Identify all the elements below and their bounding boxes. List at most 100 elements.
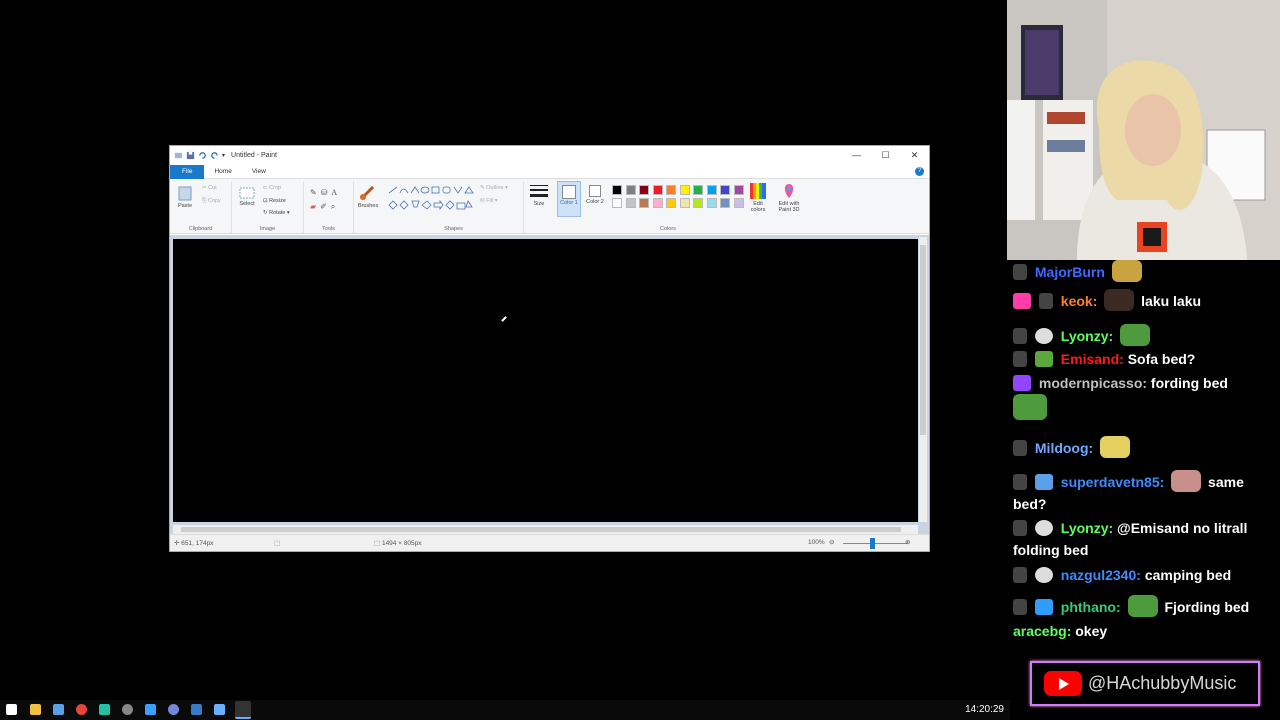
color-swatch[interactable]	[625, 185, 636, 195]
resize-label: Resize	[269, 198, 286, 204]
rotate-button[interactable]: ↻ Rotate ▾	[263, 210, 290, 216]
app-icon[interactable]	[53, 704, 64, 715]
horizontal-scroll-thumb[interactable]	[181, 527, 901, 532]
color-picker-icon[interactable]: ✐	[320, 202, 327, 212]
chat-username[interactable]: keok:	[1061, 293, 1098, 309]
app-icon[interactable]	[122, 704, 133, 715]
chat-username[interactable]: phthano:	[1061, 599, 1121, 615]
chat-username[interactable]: nazgul2340:	[1061, 567, 1141, 583]
rainbow-icon	[750, 183, 766, 199]
help-icon[interactable]: ?	[915, 167, 924, 176]
select-button[interactable]: Select	[236, 187, 258, 207]
color-swatch[interactable]	[652, 198, 663, 208]
color1-swatch	[562, 185, 576, 199]
chat-text: fording bed	[1150, 375, 1228, 391]
cursor-position: ✛ 651, 174px	[174, 540, 214, 547]
color1-button[interactable]: Color 1	[557, 181, 581, 217]
chat-username[interactable]: superdavetn85:	[1061, 474, 1164, 490]
text-icon[interactable]: A	[331, 188, 337, 197]
chat-username[interactable]: Lyonzy:	[1061, 328, 1113, 344]
tab-file[interactable]: File	[170, 164, 205, 179]
zoom-in-icon[interactable]: ⊕	[905, 538, 910, 546]
vertical-scroll-thumb[interactable]	[920, 245, 926, 435]
color-swatch[interactable]	[733, 198, 744, 208]
taskbar: 14:20:29	[0, 700, 1010, 720]
color-swatch[interactable]	[652, 185, 663, 195]
color-swatch[interactable]	[706, 185, 717, 195]
zoom-out-icon[interactable]: ⊖	[829, 538, 834, 546]
image-label: Image	[259, 226, 276, 232]
color-swatch[interactable]	[693, 198, 703, 208]
magnifier-icon[interactable]: ⌕	[331, 202, 335, 212]
color1-label: Color 1	[560, 200, 578, 206]
pencil-icon[interactable]: ✎	[310, 188, 317, 197]
chrome-icon[interactable]	[76, 704, 87, 715]
zoom-slider[interactable]	[843, 543, 907, 544]
cut-button[interactable]: ✂ Cut	[202, 185, 217, 191]
save-icon[interactable]	[186, 151, 195, 160]
quick-access-toolbar: ▾	[174, 151, 225, 160]
paste-button[interactable]: Paste	[176, 185, 194, 209]
vertical-scrollbar[interactable]	[919, 237, 927, 522]
app-icon[interactable]	[99, 704, 110, 715]
color-swatch[interactable]	[639, 185, 649, 195]
redo-icon[interactable]	[210, 151, 219, 160]
size-button[interactable]: Size	[527, 183, 551, 207]
app-icon[interactable]	[214, 704, 225, 715]
color-swatch[interactable]	[720, 198, 730, 208]
chat-message: aracebg: okey	[1013, 620, 1276, 642]
chat-username[interactable]: Emisand:	[1061, 351, 1124, 367]
fill-button[interactable]: ⛁ Fill ▾	[480, 198, 497, 204]
color-swatch[interactable]	[706, 198, 717, 208]
image-group: Select ⊏ Crop ⊡ Resize ↻ Rotate ▾ Image	[232, 181, 304, 233]
chat-username[interactable]: aracebg:	[1013, 623, 1071, 639]
zoom-slider-thumb[interactable]	[870, 538, 875, 549]
color2-label: Color 2	[586, 199, 604, 205]
chat-username[interactable]: MajorBurn	[1035, 264, 1105, 280]
color-swatch[interactable]	[733, 185, 744, 195]
color-swatch[interactable]	[612, 198, 622, 208]
edit-paint3d-button[interactable]: Edit with Paint 3D	[774, 183, 804, 213]
paint-taskbar-icon[interactable]	[235, 701, 251, 719]
fill-bucket-icon[interactable]: ⛁	[321, 188, 328, 197]
minimize-button[interactable]: —	[842, 146, 871, 164]
chat-username[interactable]: modernpicasso:	[1039, 375, 1147, 391]
color-swatch[interactable]	[639, 198, 649, 208]
close-button[interactable]: ✕	[900, 146, 929, 164]
resize-button[interactable]: ⊡ Resize	[263, 198, 286, 204]
canvas-area	[170, 235, 929, 536]
chat-message: Emisand: Sofa bed?	[1013, 348, 1276, 370]
color-swatch[interactable]	[666, 185, 676, 195]
edit-colors-button[interactable]: Edit colors	[746, 183, 770, 213]
chat-username[interactable]: Mildoog:	[1035, 440, 1093, 456]
color-swatch[interactable]	[612, 185, 622, 195]
color-swatch[interactable]	[720, 185, 730, 195]
color-swatch[interactable]	[679, 198, 690, 208]
pepe-emote-icon	[1120, 324, 1151, 346]
customize-qa-icon[interactable]: ▾	[222, 152, 225, 159]
discord-icon[interactable]	[168, 704, 179, 715]
color-swatch[interactable]	[666, 198, 676, 208]
drawing-canvas[interactable]	[173, 239, 918, 522]
color-swatch[interactable]	[693, 185, 703, 195]
copy-button[interactable]: ⎘ Copy	[202, 198, 221, 205]
tab-home[interactable]: Home	[204, 165, 241, 179]
cut-label: Cut	[208, 185, 217, 191]
color2-button[interactable]: Color 2	[583, 181, 607, 205]
undo-icon[interactable]	[198, 151, 207, 160]
outline-button[interactable]: ✎ Outline ▾	[480, 185, 508, 191]
crop-button[interactable]: ⊏ Crop	[263, 185, 281, 191]
eraser-icon[interactable]: ▰	[310, 202, 316, 212]
brushes-button[interactable]: Brushes	[354, 185, 382, 209]
color-swatch[interactable]	[679, 185, 690, 195]
chat-username[interactable]: Lyonzy:	[1061, 520, 1113, 536]
app-icon[interactable]	[145, 704, 156, 715]
tab-view[interactable]: View	[242, 165, 276, 179]
color-swatch[interactable]	[625, 198, 636, 208]
maximize-button[interactable]: ☐	[871, 146, 900, 164]
app-icon[interactable]	[191, 704, 202, 715]
file-explorer-icon[interactable]	[30, 704, 41, 715]
windows-start-icon[interactable]	[6, 704, 17, 715]
horizontal-scrollbar[interactable]	[173, 525, 918, 534]
shapes-gallery[interactable]	[387, 185, 475, 215]
